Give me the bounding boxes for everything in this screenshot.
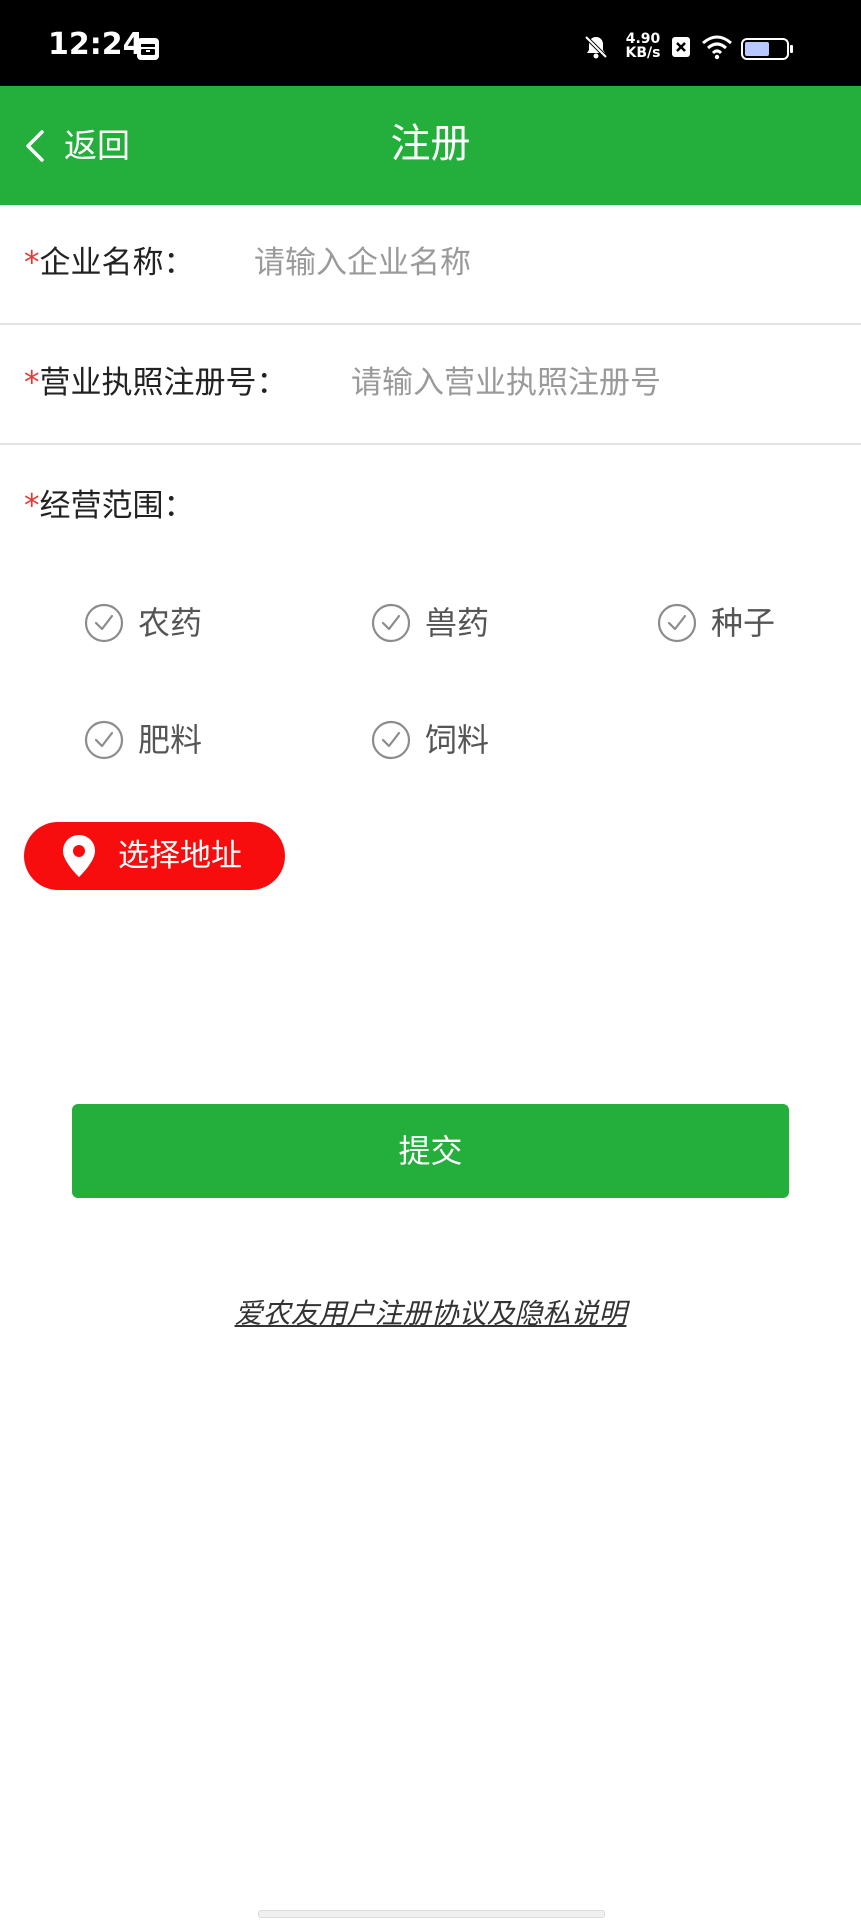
- no-sim-icon: [672, 37, 690, 57]
- status-bar: 12:24 4.90 KB/s: [0, 0, 861, 86]
- license-number-label: *营业执照注册号：: [24, 365, 288, 401]
- scope-option-feed[interactable]: 饲料: [371, 716, 489, 764]
- battery-icon: [741, 38, 793, 60]
- required-mark: *: [24, 245, 40, 281]
- back-label: 返回: [64, 126, 130, 165]
- option-label: 种子: [711, 604, 776, 642]
- company-name-row: *企业名称：: [0, 205, 861, 325]
- license-number-row: *营业执照注册号：: [0, 325, 861, 445]
- check-circle-icon: [84, 720, 124, 760]
- check-circle-icon: [84, 603, 124, 643]
- option-label: 兽药: [425, 604, 490, 642]
- message-icon: [137, 38, 159, 60]
- submit-button[interactable]: 提交: [72, 1104, 789, 1198]
- license-number-input[interactable]: [351, 355, 831, 411]
- check-circle-icon: [657, 603, 697, 643]
- required-mark: *: [24, 488, 40, 524]
- location-pin-icon: [63, 835, 95, 877]
- check-circle-icon: [371, 720, 411, 760]
- home-indicator[interactable]: [258, 1910, 605, 1918]
- option-label: 肥料: [138, 721, 203, 759]
- mute-bell-icon: [584, 35, 608, 59]
- select-address-label: 选择地址: [118, 838, 242, 874]
- scope-option-veterinary[interactable]: 兽药: [371, 599, 489, 647]
- option-label: 农药: [138, 604, 203, 642]
- scope-option-fertilizer[interactable]: 肥料: [84, 716, 202, 764]
- scope-option-seed[interactable]: 种子: [657, 599, 775, 647]
- nav-bar: 返回 注册: [0, 86, 861, 205]
- check-circle-icon: [371, 603, 411, 643]
- scope-option-pesticide[interactable]: 农药: [84, 599, 202, 647]
- select-address-button[interactable]: 选择地址: [24, 822, 285, 890]
- chevron-left-icon: [26, 130, 44, 162]
- business-scope-label: *经营范围：: [24, 488, 195, 524]
- back-button[interactable]: 返回: [22, 122, 130, 170]
- net-speed: 4.90 KB/s: [625, 31, 661, 61]
- status-time: 12:24: [48, 27, 144, 62]
- required-mark: *: [24, 365, 40, 401]
- wifi-icon: [702, 35, 732, 60]
- agreement-link[interactable]: 爱农友用户注册协议及隐私说明: [0, 1294, 861, 1334]
- company-name-label: *企业名称：: [24, 245, 195, 281]
- option-label: 饲料: [425, 721, 490, 759]
- company-name-input[interactable]: [254, 235, 814, 291]
